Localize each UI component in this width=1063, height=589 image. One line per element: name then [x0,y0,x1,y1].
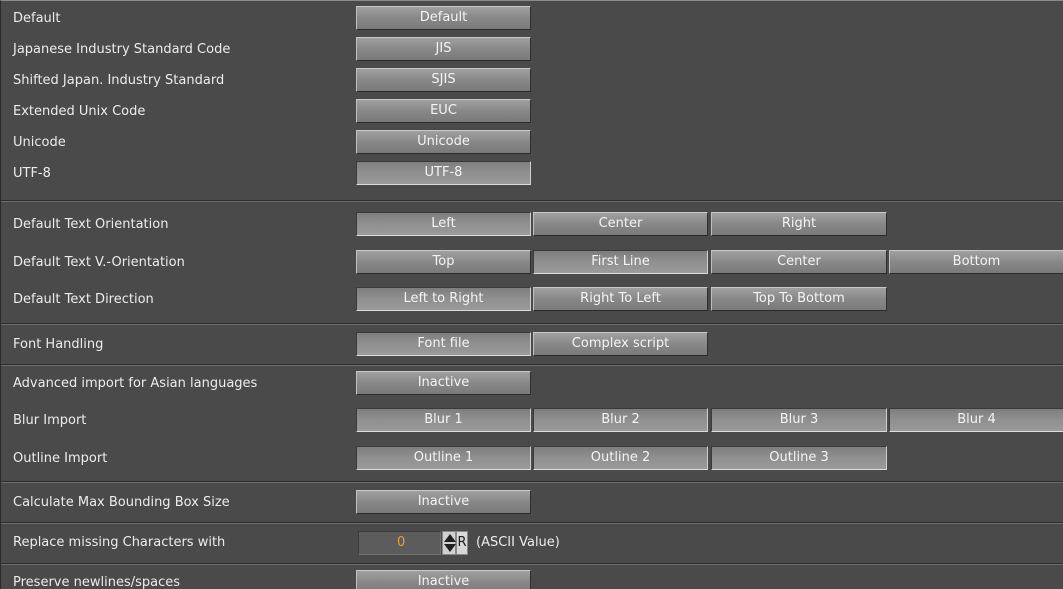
encoding-label: UTF-8 [13,166,51,181]
ascii-value-input[interactable]: 0 [358,531,441,555]
asian-import-row: Advanced import for Asian languages Inac… [1,371,1063,397]
replace-missing-label: Replace missing Characters with [13,535,226,550]
encoding-label: Japanese Industry Standard Code [13,42,231,57]
arrow-down-icon[interactable] [444,544,456,552]
arrow-up-icon[interactable] [444,534,456,542]
encoding-row-unicode: Unicode Unicode [1,130,1063,156]
encoding-row-utf8: UTF-8 UTF-8 [1,161,1063,187]
blur-3-button[interactable]: Blur 3 [711,408,887,432]
orientation-center-button[interactable]: Center [533,212,708,236]
v-orientation-top-button[interactable]: Top [356,250,531,274]
asian-import-toggle[interactable]: Inactive [356,371,531,395]
orientation-left-button[interactable]: Left [356,212,531,236]
encoding-label: Shifted Japan. Industry Standard [13,73,225,88]
replace-missing-row: Replace missing Characters with 0 R (ASC… [1,530,1063,556]
v-orientation-center-button[interactable]: Center [711,250,887,274]
encoding-row-default: Default Default [1,6,1063,32]
encoding-unicode-button[interactable]: Unicode [356,130,531,154]
encoding-jis-button[interactable]: JIS [356,37,531,61]
encoding-default-button[interactable]: Default [356,6,531,30]
section-divider [1,481,1063,483]
font-handling-row: Font Handling Font file Complex script [1,332,1063,358]
text-settings-panel: Default Default Japanese Industry Standa… [0,0,1063,589]
encoding-label: Unicode [13,135,66,150]
orientation-right-button[interactable]: Right [711,212,887,236]
text-v-orientation-row: Default Text V.-Orientation Top First Li… [1,250,1063,276]
text-orientation-row: Default Text Orientation Left Center Rig… [1,212,1063,238]
direction-left-to-right-button[interactable]: Left to Right [356,287,531,311]
blur-import-label: Blur Import [13,413,87,428]
outline-import-row: Outline Import Outline 1 Outline 2 Outli… [1,446,1063,472]
section-divider [1,323,1063,325]
preserve-newlines-row: Preserve newlines/spaces Inactive [1,570,1063,589]
encoding-row-sjis: Shifted Japan. Industry Standard SJIS [1,68,1063,94]
text-direction-row: Default Text Direction Left to Right Rig… [1,287,1063,313]
text-direction-label: Default Text Direction [13,292,154,307]
direction-top-to-bottom-button[interactable]: Top To Bottom [711,287,887,311]
outline-2-button[interactable]: Outline 2 [533,446,708,470]
encoding-label: Default [13,11,61,26]
text-orientation-label: Default Text Orientation [13,217,169,232]
section-divider [1,522,1063,524]
outline-import-label: Outline Import [13,451,108,466]
outline-1-button[interactable]: Outline 1 [356,446,531,470]
encoding-row-jis: Japanese Industry Standard Code JIS [1,37,1063,63]
encoding-utf8-button[interactable]: UTF-8 [356,161,531,185]
section-divider [1,563,1063,565]
encoding-euc-button[interactable]: EUC [356,99,531,123]
v-orientation-bottom-button[interactable]: Bottom [889,250,1063,274]
complex-script-button[interactable]: Complex script [533,332,708,356]
outline-3-button[interactable]: Outline 3 [711,446,887,470]
asian-import-label: Advanced import for Asian languages [13,376,258,391]
bounding-box-row: Calculate Max Bounding Box Size Inactive [1,490,1063,516]
section-divider [1,364,1063,366]
encoding-row-euc: Extended Unix Code EUC [1,99,1063,125]
blur-2-button[interactable]: Blur 2 [533,408,708,432]
text-v-orientation-label: Default Text V.-Orientation [13,255,185,270]
ascii-value-spinner: R [442,531,468,555]
reset-button[interactable]: R [456,531,468,555]
encoding-sjis-button[interactable]: SJIS [356,68,531,92]
v-orientation-first-line-button[interactable]: First Line [533,250,708,274]
direction-right-to-left-button[interactable]: Right To Left [533,287,708,311]
preserve-newlines-label: Preserve newlines/spaces [13,575,181,589]
preserve-newlines-toggle[interactable]: Inactive [356,570,531,589]
bounding-box-toggle[interactable]: Inactive [356,490,531,514]
bounding-box-label: Calculate Max Bounding Box Size [13,495,230,510]
font-handling-label: Font Handling [13,337,104,352]
section-divider [1,200,1063,202]
ascii-value-suffix: (ASCII Value) [476,535,560,550]
font-file-button[interactable]: Font file [356,332,531,356]
encoding-label: Extended Unix Code [13,104,146,119]
blur-import-row: Blur Import Blur 1 Blur 2 Blur 3 Blur 4 [1,408,1063,434]
blur-1-button[interactable]: Blur 1 [356,408,531,432]
stepper-buttons[interactable] [442,531,456,555]
blur-4-button[interactable]: Blur 4 [889,408,1063,432]
